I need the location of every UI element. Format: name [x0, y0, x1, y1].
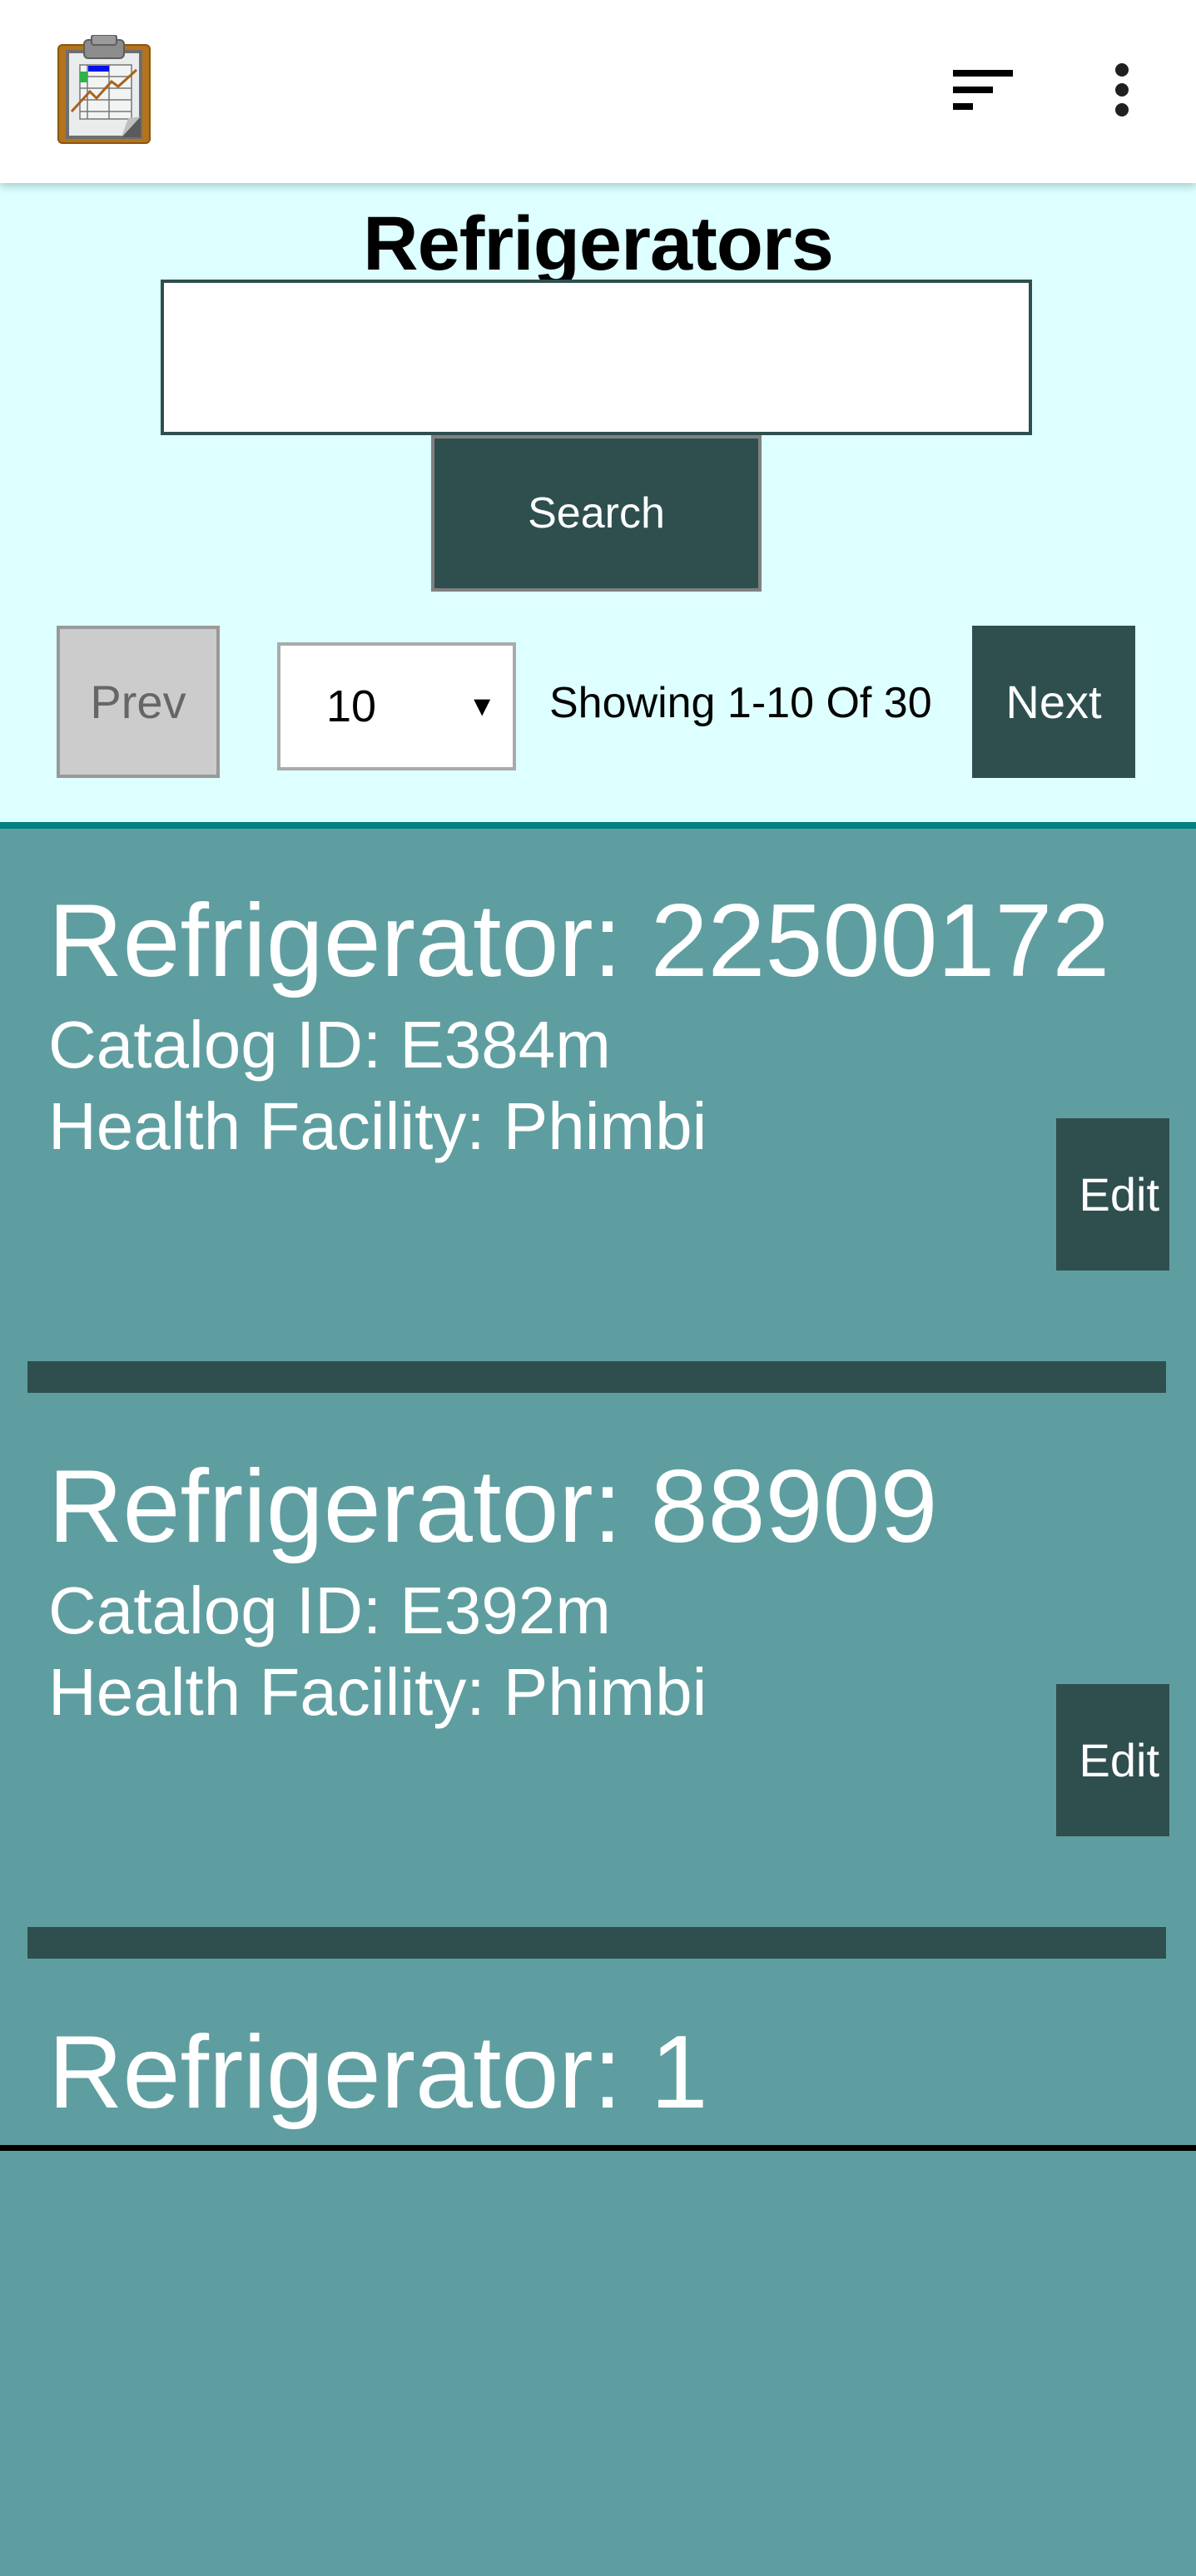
item-divider	[27, 1361, 1166, 1393]
edit-button[interactable]: Edit	[1056, 1684, 1169, 1836]
search-panel: Refrigerators Search Prev 10 ▼ Showing 1…	[0, 183, 1196, 822]
prev-button[interactable]: Prev	[57, 626, 220, 778]
item-divider	[27, 1927, 1166, 1959]
more-vert-icon[interactable]	[1104, 58, 1142, 121]
list-item: Refrigerator: 88909 Catalog ID: E392m He…	[0, 1444, 1196, 2010]
showing-count: Showing 1-10 Of 30	[549, 679, 932, 727]
page-size-value: 10	[326, 681, 377, 731]
refrigerator-title: Refrigerator: 1	[48, 2015, 708, 2130]
bottom-edge	[0, 2145, 1196, 2151]
catalog-id: Catalog ID: E392m	[48, 1573, 611, 1647]
search-input[interactable]	[161, 280, 1032, 435]
list-item: Refrigerator: 1	[0, 2010, 1196, 2576]
search-button[interactable]: Search	[431, 435, 762, 592]
next-button[interactable]: Next	[972, 626, 1135, 778]
refrigerator-title: Refrigerator: 22500172	[48, 884, 1110, 998]
health-facility: Health Facility: Phimbi	[48, 1089, 707, 1163]
dropdown-arrow-icon: ▼	[468, 691, 496, 722]
app-bar	[0, 0, 1196, 183]
edit-button[interactable]: Edit	[1056, 1118, 1169, 1271]
health-facility: Health Facility: Phimbi	[48, 1655, 707, 1729]
list-item: Refrigerator: 22500172 Catalog ID: E384m…	[0, 879, 1196, 1444]
sort-icon[interactable]	[949, 65, 1015, 116]
clipboard-chart-icon[interactable]	[57, 35, 151, 145]
page-size-select[interactable]: 10 ▼	[277, 642, 516, 770]
catalog-id: Catalog ID: E384m	[48, 1008, 611, 1082]
refrigerator-title: Refrigerator: 88909	[48, 1449, 938, 1564]
section-divider	[0, 822, 1196, 829]
